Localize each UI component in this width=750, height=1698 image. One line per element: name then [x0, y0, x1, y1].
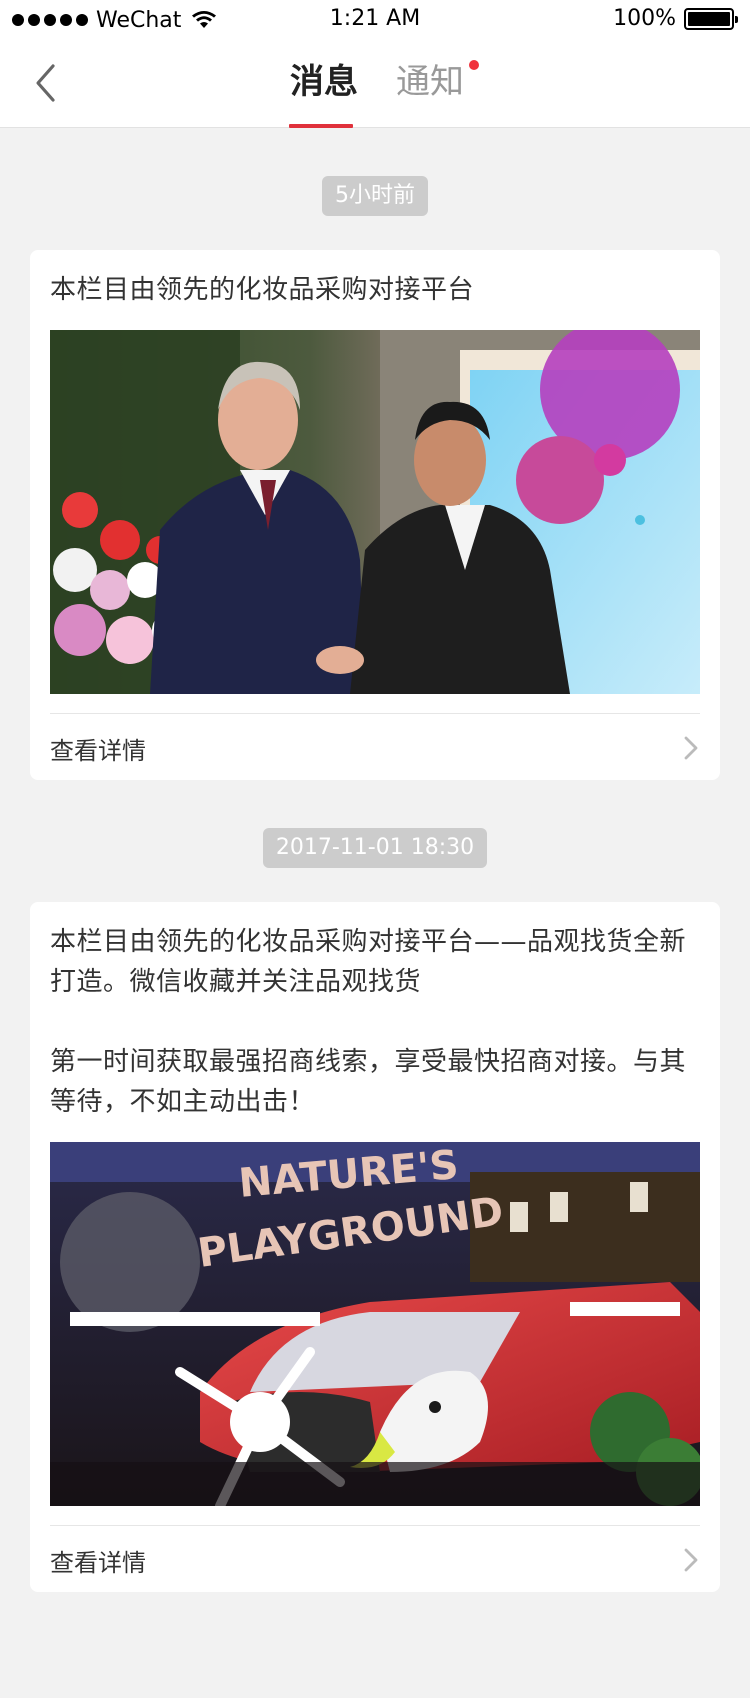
unread-dot: [469, 60, 479, 70]
status-bar: WeChat 1:21 AM 100%: [0, 0, 750, 40]
message-card: 本栏目由领先的化妆品采购对接平台 查看详情: [30, 250, 720, 780]
view-details-label: 查看详情: [50, 736, 146, 765]
message-text: 本栏目由领先的化妆品采购对接平台——品观找货全新打造。微信收藏并关注品观找货 第…: [50, 927, 687, 1117]
tab-messages[interactable]: 消息: [290, 60, 358, 104]
view-details-label: 查看详情: [50, 1548, 146, 1577]
nav-bar: 消息 通知: [0, 40, 750, 128]
message-image[interactable]: NATURE'S PLAYGROUND: [50, 1142, 700, 1506]
view-details-link[interactable]: 查看详情: [50, 1528, 700, 1592]
status-right: 100%: [613, 6, 738, 31]
message-image[interactable]: [50, 330, 700, 694]
chevron-right-icon: [684, 736, 698, 760]
time-badge-row: 5小时前: [0, 176, 750, 216]
card-divider: [50, 713, 700, 714]
view-details-link[interactable]: 查看详情: [50, 716, 700, 780]
tab-bar: 消息 通知: [0, 40, 750, 128]
photo-handshake-image: [50, 330, 700, 694]
chevron-right-icon: [684, 1548, 698, 1572]
active-tab-indicator: [289, 124, 353, 128]
tab-notifications[interactable]: 通知: [396, 60, 464, 104]
card-divider: [50, 1525, 700, 1526]
message-text: 本栏目由领先的化妆品采购对接平台: [50, 275, 475, 305]
photo-airplane-image: NATURE'S PLAYGROUND: [50, 1142, 700, 1506]
time-badge: 2017-11-01 18:30: [262, 828, 488, 868]
time-badge-row: 2017-11-01 18:30: [0, 828, 750, 868]
battery-icon: [684, 7, 738, 30]
time-badge: 5小时前: [322, 176, 428, 216]
battery-percentage: 100%: [613, 6, 676, 31]
message-card: 本栏目由领先的化妆品采购对接平台——品观找货全新打造。微信收藏并关注品观找货 第…: [30, 902, 720, 1592]
